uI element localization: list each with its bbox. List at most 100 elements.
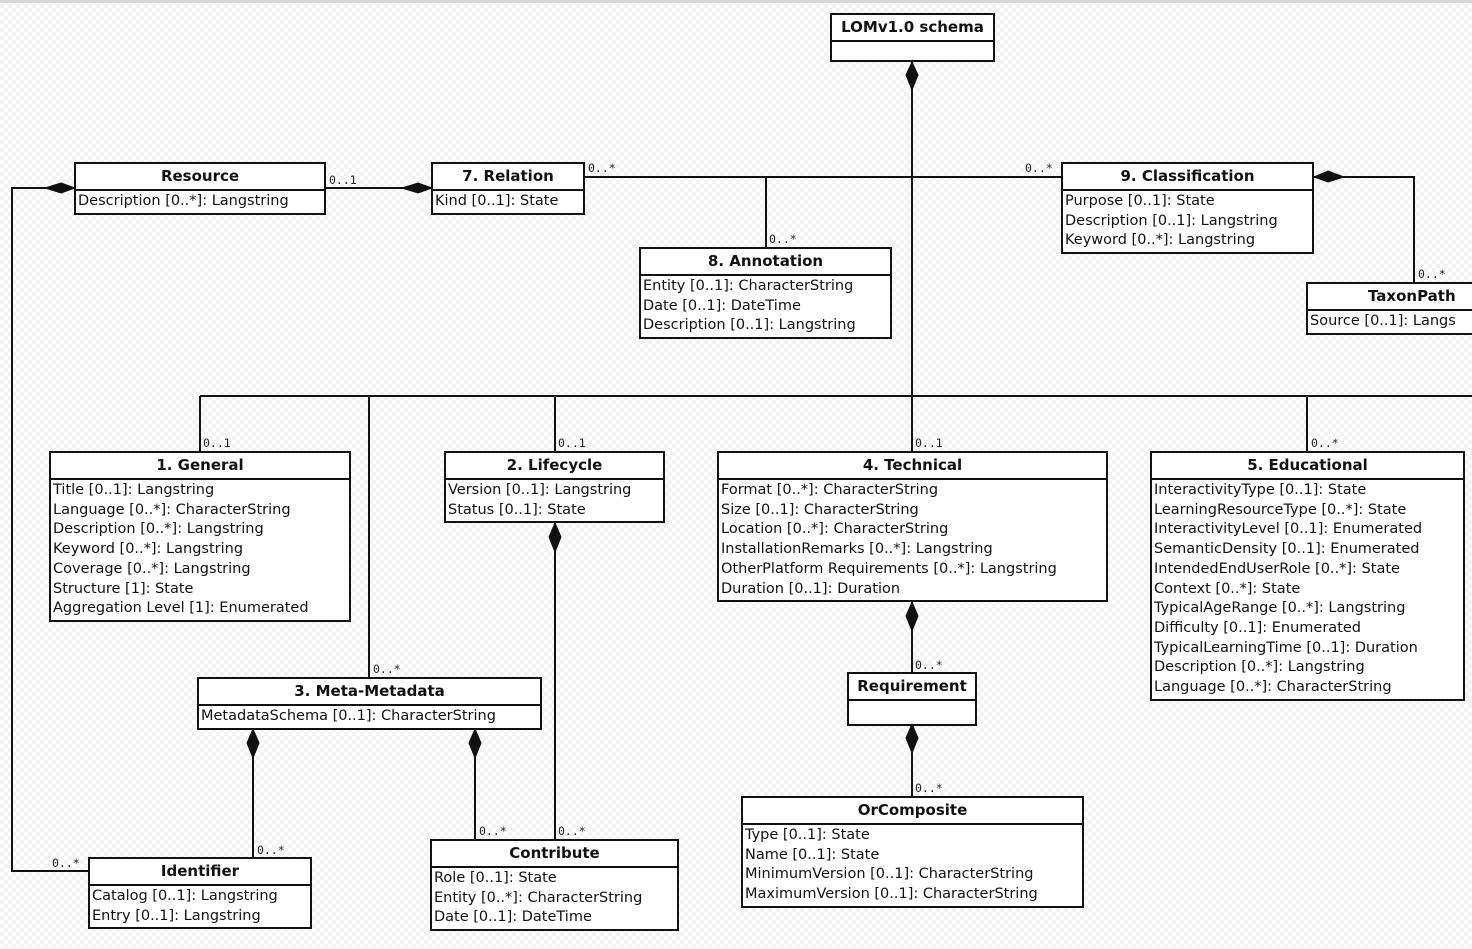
multiplicity-label: 0..* <box>479 824 507 838</box>
class-name: 8. Annotation <box>641 249 890 276</box>
class-metametadata[interactable]: 3. Meta-Metadata MetadataSchema [0..1]: … <box>197 677 542 730</box>
class-relation[interactable]: 7. Relation Kind [0..1]: State <box>431 162 585 215</box>
composition-diamond-technical <box>905 600 919 633</box>
class-attribute: IntendedEndUserRole [0..*]: State <box>1154 560 1400 577</box>
class-attribute: Source [0..1]: Langs <box>1310 313 1456 329</box>
class-orcomposite[interactable]: OrComposite Type [0..1]: State Name [0..1… <box>741 796 1084 908</box>
class-attribute: Date [0..1]: DateTime <box>434 909 592 926</box>
composition-diamond-root <box>905 60 919 92</box>
class-attribute: MetadataSchema [0..1]: CharacterString <box>201 708 496 724</box>
composition-diamond-relation <box>400 182 434 194</box>
class-attribute: Language [0..*]: CharacterString <box>1154 679 1392 696</box>
class-name: 7. Relation <box>433 164 583 191</box>
composition-diamond-requirement <box>905 722 919 755</box>
class-attribute: Difficulty [0..1]: Enumerated <box>1154 619 1362 636</box>
class-attributes: Kind [0..1]: State <box>433 191 583 213</box>
class-attribute: Kind [0..1]: State <box>435 193 559 209</box>
class-attribute: Coverage [0..*]: Langstring <box>53 560 251 577</box>
class-attribute: Catalog [0..1]: Langstring <box>92 888 278 904</box>
connector-classification-taxonpath <box>1314 176 1415 283</box>
class-name: 3. Meta-Metadata <box>199 679 540 706</box>
multiplicity-label: 0..1 <box>915 436 943 450</box>
class-attribute: Entity [0..*]: CharacterString <box>434 889 643 906</box>
class-attributes: Type [0..1]: State Name [0..1]: State Mini… <box>743 825 1082 906</box>
class-attribute: Status [0..1]: State <box>448 501 586 518</box>
class-attribute: TypicalAgeRange [0..*]: Langstring <box>1154 600 1406 617</box>
class-annotation[interactable]: 8. Annotation Entity [0..1]: CharacterSt… <box>639 247 892 340</box>
class-general[interactable]: 1. General Title [0..1]: Langstring Langu… <box>49 451 351 622</box>
composition-diamond-lifecycle <box>548 521 562 554</box>
class-name: Identifier <box>90 859 310 886</box>
class-name: Contribute <box>432 841 677 868</box>
class-attributes <box>849 701 975 724</box>
class-lifecycle[interactable]: 2. Lifecycle Version [0..1]: Langstring S… <box>444 451 665 524</box>
class-attribute: Location [0..*]: CharacterString <box>721 521 949 538</box>
multiplicity-label: 0..* <box>52 856 80 870</box>
class-attribute: Language [0..*]: CharacterString <box>53 501 291 518</box>
class-attributes: Title [0..1]: Langstring Language [0..*]:… <box>51 480 349 620</box>
class-attribute: Size [0..1]: CharacterString <box>721 501 919 518</box>
class-technical[interactable]: 4. Technical Format [0..*]: CharacterStr… <box>717 451 1108 603</box>
class-attributes: Role [0..1]: State Entity [0..*]: Charact… <box>432 868 677 929</box>
class-attribute: Description [0..*]: Langstring <box>1154 659 1365 676</box>
class-attribute: Description [0..1]: Langstring <box>643 317 856 334</box>
multiplicity-label: 0..* <box>588 161 616 175</box>
class-attribute: TypicalLearningTime [0..1]: Duration <box>1154 639 1418 656</box>
class-attributes: Catalog [0..1]: Langstring Entry [0..1]: … <box>90 886 310 927</box>
multiplicity-label: 0..* <box>915 781 943 795</box>
composition-diamond-meta-left <box>246 727 260 760</box>
class-attribute: Entity [0..1]: CharacterString <box>643 278 854 294</box>
class-requirement[interactable]: Requirement <box>847 672 977 726</box>
class-attribute: Type [0..1]: State <box>745 827 870 843</box>
class-resource[interactable]: Resource Description [0..*]: Langstring <box>74 162 326 215</box>
class-attribute: Format [0..*]: CharacterString <box>721 482 939 498</box>
class-classification[interactable]: 9. Classification Purpose [0..1]: State D… <box>1061 162 1314 255</box>
class-attribute: Description [0..1]: Langstring <box>1065 212 1278 229</box>
class-attributes: Format [0..*]: CharacterString Size [0..1… <box>719 480 1106 600</box>
class-attribute: Description [0..*]: Langstring <box>78 193 289 209</box>
class-attribute: OtherPlatform Requirements [0..*]: Langs… <box>721 560 1057 577</box>
class-name: 2. Lifecycle <box>446 453 663 480</box>
class-name: Requirement <box>849 674 975 701</box>
multiplicity-label: 0..* <box>257 843 285 857</box>
class-attribute: Version [0..1]: Langstring <box>448 482 632 498</box>
class-attribute: InteractivityLevel [0..1]: Enumerated <box>1154 521 1423 538</box>
class-attribute: Aggregation Level [1]: Enumerated <box>53 600 309 617</box>
class-attribute: Keyword [0..*]: Langstring <box>1065 232 1256 249</box>
class-attribute: MaximumVersion [0..1]: CharacterString <box>745 886 1038 903</box>
class-taxonpath[interactable]: TaxonPath Source [0..1]: Langs <box>1306 282 1472 335</box>
class-attribute: LearningResourceType [0..*]: State <box>1154 501 1407 518</box>
class-name: LOMv1.0 schema <box>832 15 993 42</box>
class-educational[interactable]: 5. Educational InteractivityType [0..1]:… <box>1150 451 1465 701</box>
composition-diamond-meta-right <box>468 727 482 760</box>
class-attribute: Entry [0..1]: Langstring <box>92 907 261 924</box>
class-name: 5. Educational <box>1152 453 1463 480</box>
multiplicity-label: 0..1 <box>329 173 357 187</box>
class-attribute: Purpose [0..1]: State <box>1065 193 1215 209</box>
multiplicity-label: 0..* <box>915 658 943 672</box>
class-attribute: Name [0..1]: State <box>745 846 880 863</box>
multiplicity-label: 0..* <box>558 824 586 838</box>
class-name: OrComposite <box>743 798 1082 825</box>
class-attribute: Role [0..1]: State <box>434 870 557 886</box>
class-name: Resource <box>76 164 324 191</box>
class-attributes: Version [0..1]: Langstring Status [0..1]:… <box>446 480 663 521</box>
multiplicity-label: 0..* <box>373 662 401 676</box>
class-identifier[interactable]: Identifier Catalog [0..1]: Langstring Ent… <box>88 857 312 930</box>
multiplicity-label: 0..1 <box>203 436 231 450</box>
class-lom-schema[interactable]: LOMv1.0 schema <box>830 13 995 62</box>
class-attribute: Duration [0..1]: Duration <box>721 580 901 597</box>
class-attribute: Keyword [0..*]: Langstring <box>53 541 244 558</box>
class-name: 1. General <box>51 453 349 480</box>
class-contribute[interactable]: Contribute Role [0..1]: State Entity [0..… <box>430 839 679 932</box>
multiplicity-label: 0..* <box>1311 436 1339 450</box>
class-attributes: MetadataSchema [0..1]: CharacterString <box>199 706 540 728</box>
composition-diamond-resource <box>43 182 77 194</box>
multiplicity-label: 0..1 <box>558 436 586 450</box>
class-attribute: Structure [1]: State <box>53 580 194 597</box>
multiplicity-label: 0..* <box>1418 267 1446 281</box>
class-attribute: Context [0..*]: State <box>1154 580 1301 597</box>
multiplicity-label: 0..* <box>769 232 797 246</box>
class-attribute: InstallationRemarks [0..*]: Langstring <box>721 541 993 558</box>
class-attributes: Source [0..1]: Langs <box>1308 311 1472 333</box>
